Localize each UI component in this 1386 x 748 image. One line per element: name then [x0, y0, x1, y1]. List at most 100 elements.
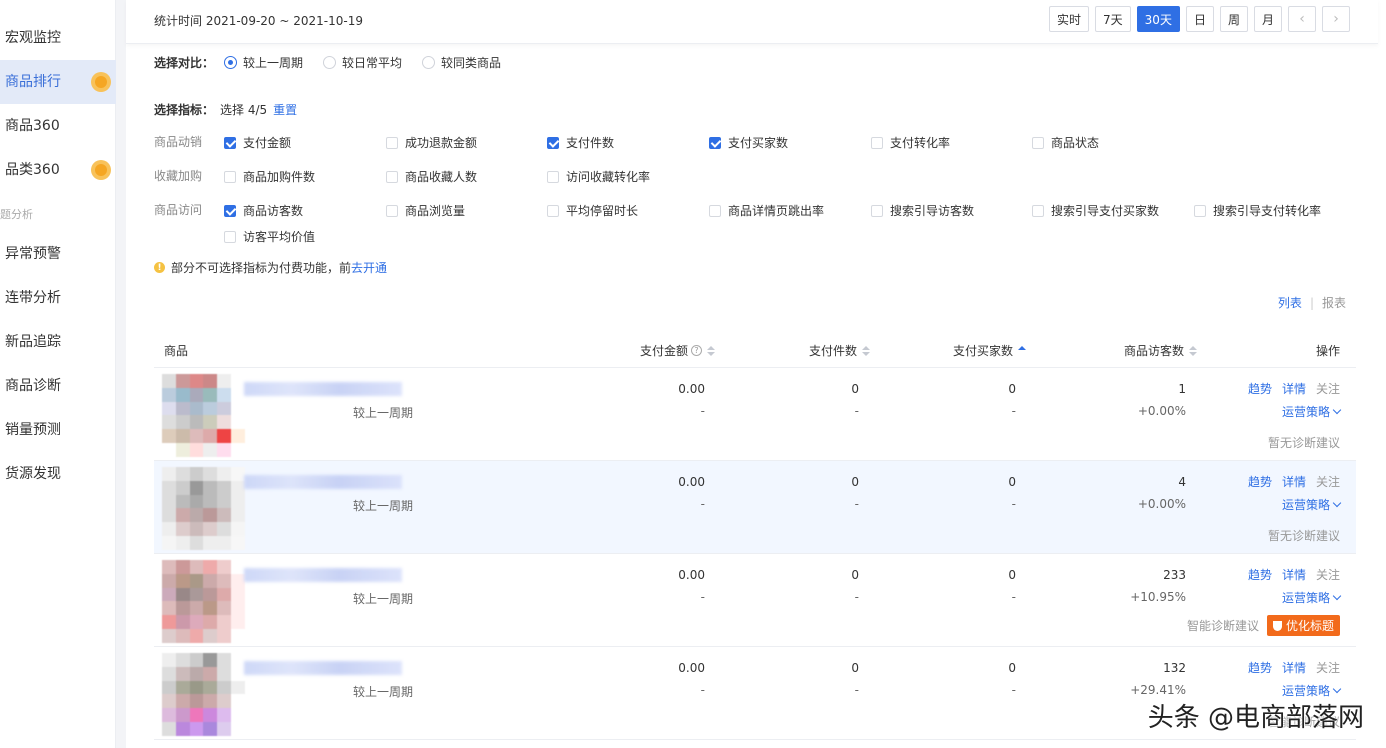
metric-count: 选择 4/5 [220, 103, 268, 117]
header-label: 支付买家数 [953, 344, 1014, 358]
metric-checkbox-visitors[interactable]: 商品访客数 [224, 202, 303, 219]
product-thumbnail[interactable] [162, 374, 245, 457]
follow-link[interactable]: 关注 [1316, 659, 1340, 676]
range-realtime-button[interactable]: 实时 [1049, 6, 1090, 32]
sidebar-item-anomaly-alert[interactable]: 异常预警 [0, 232, 116, 276]
metric-checkbox-search-visitors[interactable]: 搜索引导访客数 [871, 202, 974, 219]
metric-checkbox-refund-amount[interactable]: 成功退款金额 [386, 134, 477, 151]
detail-link[interactable]: 详情 [1282, 659, 1306, 676]
metric-checkbox-search-conversion[interactable]: 搜索引导支付转化率 [1194, 202, 1321, 219]
checkbox-icon [224, 230, 236, 243]
trend-link[interactable]: 趋势 [1248, 659, 1272, 676]
range-30d-button[interactable]: 30天 [1136, 6, 1180, 32]
detail-link[interactable]: 详情 [1282, 380, 1306, 397]
chevron-right-icon[interactable]: › [1322, 6, 1350, 32]
header-visitors[interactable]: 商品访客数 [1124, 342, 1198, 359]
table-row: 较上一周期 0.00 - 0 - 0 - 1 +0.00% 趋势 详情 关注 运… [154, 368, 1356, 461]
compare-option-last-period[interactable]: 较上一周期 [224, 54, 303, 71]
range-7d-button[interactable]: 7天 [1095, 6, 1131, 32]
pay-amount-change: - [700, 497, 705, 511]
visitors-change: +0.00% [1137, 404, 1186, 418]
strategy-dropdown[interactable]: 运营策略 [1282, 403, 1342, 420]
sidebar-item-product-diagnosis[interactable]: 商品诊断 [0, 364, 116, 408]
metric-checkbox-visitor-value[interactable]: 访客平均价值 [224, 228, 315, 245]
radio-label: 较日常平均 [342, 56, 403, 70]
trend-link[interactable]: 趋势 [1248, 473, 1272, 490]
product-thumbnail[interactable] [162, 653, 245, 736]
pay-buyers-value: 0 [1008, 568, 1016, 582]
product-title-link[interactable] [244, 568, 402, 582]
checkbox-icon [1194, 204, 1206, 217]
sidebar-group-label: 题分析 [0, 208, 33, 221]
checkbox-icon [386, 170, 398, 183]
sort-icon[interactable] [862, 345, 871, 356]
sidebar-item-macro-monitor[interactable]: 宏观监控 [0, 16, 116, 60]
trend-link[interactable]: 趋势 [1248, 566, 1272, 583]
product-thumbnail[interactable] [162, 467, 245, 550]
metric-checkbox-pay-conversion[interactable]: 支付转化率 [871, 134, 950, 151]
view-list-link[interactable]: 列表 [1278, 294, 1302, 311]
product-title-link[interactable] [244, 661, 402, 675]
metric-group-sales: 商品动销 [154, 131, 222, 151]
radio-checked-icon [224, 56, 238, 69]
metric-checkbox-avg-stay[interactable]: 平均停留时长 [547, 202, 638, 219]
sort-icon[interactable] [1189, 345, 1198, 356]
metric-checkbox-favorite-conversion[interactable]: 访问收藏转化率 [547, 168, 650, 185]
detail-link[interactable]: 详情 [1282, 473, 1306, 490]
metric-checkbox-pay-count[interactable]: 支付件数 [547, 134, 614, 151]
visitors-value: 132 [1163, 661, 1186, 675]
sidebar-item-category-360[interactable]: 品类360 [0, 148, 116, 192]
checkbox-label: 支付件数 [566, 136, 615, 150]
reset-link[interactable]: 重置 [273, 101, 297, 118]
chevron-left-icon[interactable]: ‹ [1288, 6, 1316, 32]
product-title-link[interactable] [244, 475, 402, 489]
header-pay-amount[interactable]: 支付金额? [640, 342, 716, 359]
diagnosis-text: 暂无诊断建议 [1268, 434, 1340, 451]
optimize-title-button[interactable]: 优化标题 [1266, 615, 1340, 636]
product-thumbnail[interactable] [162, 560, 245, 643]
sidebar-item-supply-discovery[interactable]: 货源发现 [0, 452, 116, 496]
sidebar-item-label: 商品排行 [5, 74, 61, 90]
shield-icon [1272, 620, 1282, 631]
follow-link[interactable]: 关注 [1316, 566, 1340, 583]
sidebar-item-product-360[interactable]: 商品360 [0, 104, 116, 148]
notice-text: 部分不可选择指标为付费功能，前 [171, 261, 352, 275]
metric-checkbox-bounce-rate[interactable]: 商品详情页跳出率 [709, 202, 824, 219]
metric-checkbox-cart-count[interactable]: 商品加购件数 [224, 168, 315, 185]
pay-buyers-value: 0 [1008, 661, 1016, 675]
header-pay-count[interactable]: 支付件数 [809, 342, 871, 359]
metric-checkbox-search-buyers[interactable]: 搜索引导支付买家数 [1032, 202, 1159, 219]
view-report-link[interactable]: 报表 [1322, 294, 1346, 311]
trend-link[interactable]: 趋势 [1248, 380, 1272, 397]
follow-link[interactable]: 关注 [1316, 473, 1340, 490]
header-pay-buyers[interactable]: 支付买家数 [953, 342, 1027, 359]
checkbox-label: 访客平均价值 [243, 230, 316, 244]
sidebar-item-bundle-analysis[interactable]: 连带分析 [0, 276, 116, 320]
metric-checkbox-pageviews[interactable]: 商品浏览量 [386, 202, 465, 219]
strategy-dropdown[interactable]: 运营策略 [1282, 496, 1342, 513]
metric-checkbox-product-status[interactable]: 商品状态 [1032, 134, 1099, 151]
metric-checkbox-pay-amount[interactable]: 支付金额 [224, 134, 291, 151]
chevron-down-icon [1332, 684, 1342, 694]
compare-option-daily-average[interactable]: 较日常平均 [323, 54, 402, 71]
activate-link[interactable]: 去开通 [351, 259, 387, 276]
product-title-link[interactable] [244, 382, 402, 396]
sort-asc-icon[interactable] [1018, 345, 1027, 356]
detail-link[interactable]: 详情 [1282, 566, 1306, 583]
range-week-button[interactable]: 周 [1219, 6, 1248, 32]
sort-icon[interactable] [707, 345, 716, 356]
visitors-change: +10.95% [1130, 590, 1186, 604]
help-icon[interactable]: ? [691, 345, 703, 356]
range-day-button[interactable]: 日 [1185, 6, 1214, 32]
metric-checkbox-pay-buyers[interactable]: 支付买家数 [709, 134, 788, 151]
checkbox-icon [386, 204, 398, 217]
sidebar-item-label: 新品追踪 [5, 334, 61, 350]
sidebar-item-new-product-tracking[interactable]: 新品追踪 [0, 320, 116, 364]
strategy-dropdown[interactable]: 运营策略 [1282, 589, 1342, 606]
compare-option-similar-products[interactable]: 较同类商品 [422, 54, 501, 71]
sidebar-item-sales-forecast[interactable]: 销量预测 [0, 408, 116, 452]
sidebar-item-product-ranking[interactable]: 商品排行 [0, 60, 116, 104]
range-month-button[interactable]: 月 [1253, 6, 1282, 32]
metric-checkbox-favorite-users[interactable]: 商品收藏人数 [386, 168, 477, 185]
follow-link[interactable]: 关注 [1316, 380, 1340, 397]
